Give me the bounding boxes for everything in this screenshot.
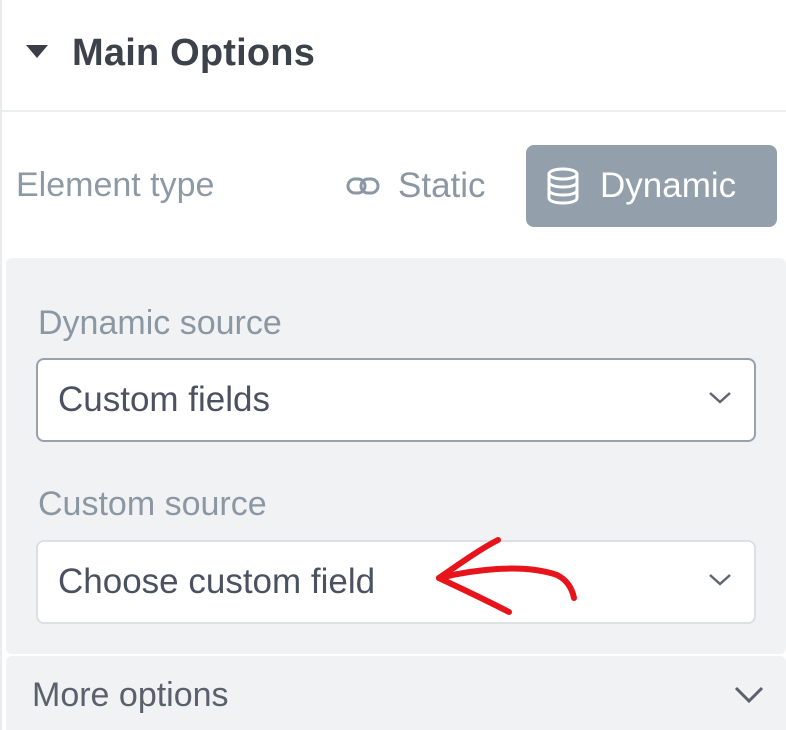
section-title: Main Options — [72, 32, 316, 74]
link-icon — [346, 177, 380, 195]
element-type-label: Element type — [16, 166, 215, 204]
static-toggle-label: Static — [398, 166, 486, 205]
database-icon — [547, 167, 579, 205]
dynamic-toggle-label: Dynamic — [600, 166, 737, 205]
dynamic-source-label: Dynamic source — [38, 304, 282, 342]
main-options-panel: Main Options Element type Static Dynamic… — [0, 0, 786, 730]
custom-source-label: Custom source — [38, 485, 267, 523]
custom-source-select[interactable]: Choose custom field — [36, 540, 756, 624]
more-options-toggle[interactable]: More options — [6, 656, 786, 730]
custom-source-placeholder: Choose custom field — [58, 562, 376, 601]
more-options-label: More options — [32, 676, 229, 714]
chevron-down-icon — [709, 392, 731, 404]
dynamic-toggle-button[interactable]: Dynamic — [526, 145, 777, 227]
dynamic-source-select[interactable]: Custom fields — [36, 358, 756, 442]
static-toggle-button[interactable]: Static — [338, 146, 518, 226]
chevron-down-icon — [709, 574, 731, 586]
chevron-down-icon — [734, 686, 764, 704]
dynamic-settings-section: Dynamic source Custom fields Custom sour… — [6, 258, 786, 654]
caret-down-icon[interactable] — [26, 45, 48, 58]
dynamic-source-value: Custom fields — [58, 380, 271, 419]
main-options-header[interactable]: Main Options — [2, 0, 786, 112]
